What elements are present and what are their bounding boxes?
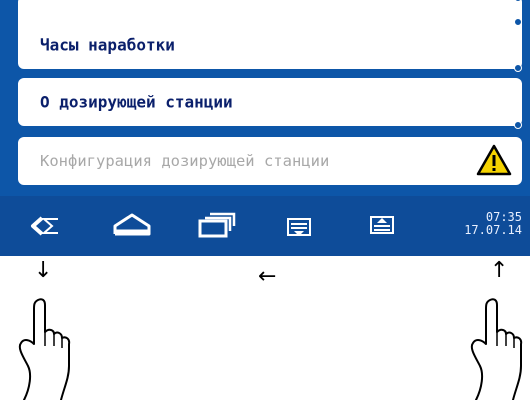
menu-down-button[interactable] bbox=[282, 204, 318, 248]
menu-up-icon bbox=[365, 204, 401, 248]
menu-item-operating-hours[interactable]: Часы наработки bbox=[18, 18, 522, 72]
menu-item-label: О дозирующей станции bbox=[40, 92, 233, 112]
windows-icon bbox=[194, 204, 238, 248]
menu-item-label: Конфигурация дозирующей станции bbox=[40, 152, 330, 170]
home-icon bbox=[110, 204, 154, 248]
menu-item-about-station[interactable]: О дозирующей станции bbox=[18, 78, 522, 129]
pointing-hand-icon bbox=[466, 296, 528, 404]
scroll-indicator-dot bbox=[514, 18, 522, 26]
menu-item-station-config[interactable]: Конфигурация дозирующей станции bbox=[18, 137, 522, 185]
device-screen: Часы наработки О дозирующей станции Конф… bbox=[0, 0, 530, 256]
bottom-navigation-bar: 07:35 17.07.14 bbox=[0, 196, 530, 256]
menu-down-icon bbox=[282, 204, 318, 248]
windows-button[interactable] bbox=[194, 204, 238, 248]
up-arrow-annotation: ↑ bbox=[490, 258, 509, 283]
clock-date: 17.07.14 bbox=[464, 223, 522, 237]
back-icon bbox=[28, 204, 68, 248]
clock-display: 07:35 17.07.14 bbox=[464, 211, 522, 237]
home-button[interactable] bbox=[110, 204, 154, 248]
scroll-indicator-dot bbox=[514, 121, 522, 129]
menu-up-button[interactable] bbox=[365, 204, 401, 248]
annotation-area: ↓ ← ↑ bbox=[0, 256, 530, 401]
left-arrow-annotation: ← bbox=[258, 264, 277, 289]
pointing-hand-icon bbox=[14, 296, 76, 404]
scroll-indicator-dot bbox=[514, 0, 522, 2]
back-button[interactable] bbox=[28, 204, 68, 248]
menu-item-label: Часы наработки bbox=[40, 35, 175, 55]
down-arrow-annotation: ↓ bbox=[34, 258, 53, 283]
scroll-indicator-dot bbox=[514, 64, 522, 72]
warning-icon bbox=[476, 144, 512, 176]
